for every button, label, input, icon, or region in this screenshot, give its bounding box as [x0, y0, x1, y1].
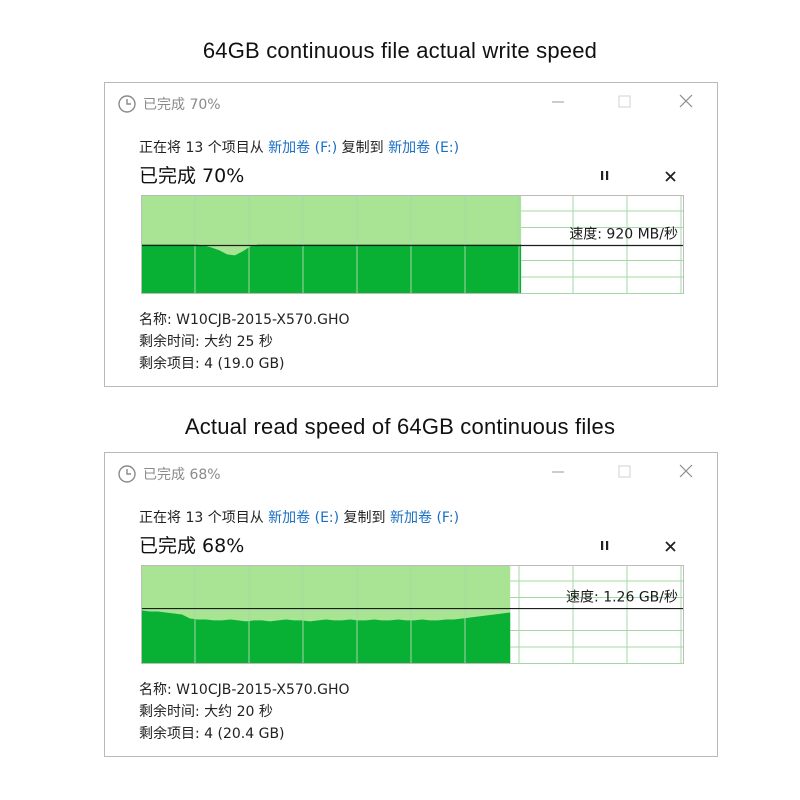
items-remaining: 剩余项目: 4 (19.0 GB)	[139, 356, 285, 372]
maximize-icon[interactable]	[611, 91, 637, 113]
copy-dialog-read: 已完成 68% 正在将 13 个项目从 新加卷 (E:) 复制到 新加卷 (F:…	[104, 452, 718, 757]
write-speed-heading: 64GB continuous file actual write speed	[202, 38, 598, 63]
read-speed-heading: Actual read speed of 64GB continuous fil…	[184, 414, 616, 439]
cancel-icon[interactable]	[660, 165, 682, 187]
destination-link[interactable]: 新加卷 (E:)	[388, 140, 459, 156]
speed-graph: 速度: 1.26 GB/秒	[141, 565, 684, 664]
clock-icon	[118, 465, 136, 483]
close-icon[interactable]	[673, 461, 699, 483]
copy-mid: 复制到	[337, 140, 389, 156]
window-title: 已完成 70%	[143, 97, 221, 113]
minimize-icon[interactable]	[545, 91, 571, 113]
copy-prefix: 正在将 13 个项目从	[139, 140, 269, 156]
source-link[interactable]: 新加卷 (F:)	[268, 140, 337, 156]
copy-description: 正在将 13 个项目从 新加卷 (E:) 复制到 新加卷 (F:)	[139, 507, 459, 527]
source-link[interactable]: 新加卷 (E:)	[268, 510, 339, 526]
close-icon[interactable]	[673, 91, 699, 113]
items-remaining: 剩余项目: 4 (20.4 GB)	[139, 726, 285, 742]
pause-icon[interactable]	[595, 536, 615, 556]
speed-graph: 速度: 920 MB/秒	[141, 195, 684, 294]
copy-description: 正在将 13 个项目从 新加卷 (F:) 复制到 新加卷 (E:)	[139, 137, 459, 157]
title-bar: 已完成 68%	[105, 453, 717, 491]
time-remaining: 剩余时间: 大约 20 秒	[139, 704, 273, 720]
destination-link[interactable]: 新加卷 (F:)	[390, 510, 459, 526]
window-title: 已完成 68%	[143, 467, 221, 483]
minimize-icon[interactable]	[545, 461, 571, 483]
copy-prefix: 正在将 13 个项目从	[139, 510, 269, 526]
clock-icon	[118, 95, 136, 113]
copy-dialog-write: 已完成 70% 正在将 13 个项目从 新加卷 (F:) 复制到 新加卷 (E:…	[104, 82, 718, 387]
title-bar: 已完成 70%	[105, 83, 717, 121]
file-name: 名称: W10CJB-2015-X570.GHO	[139, 312, 350, 328]
speed-label: 速度: 1.26 GB/秒	[566, 590, 678, 606]
file-name: 名称: W10CJB-2015-X570.GHO	[139, 682, 350, 698]
maximize-icon[interactable]	[611, 461, 637, 483]
percent-complete: 已完成 68%	[139, 535, 245, 557]
pause-icon[interactable]	[595, 166, 615, 186]
throughput-area	[142, 244, 522, 293]
speed-label: 速度: 920 MB/秒	[569, 226, 678, 242]
percent-complete: 已完成 70%	[139, 165, 245, 187]
copy-mid: 复制到	[339, 510, 391, 526]
time-remaining: 剩余时间: 大约 25 秒	[139, 334, 273, 350]
cancel-icon[interactable]	[660, 535, 682, 557]
